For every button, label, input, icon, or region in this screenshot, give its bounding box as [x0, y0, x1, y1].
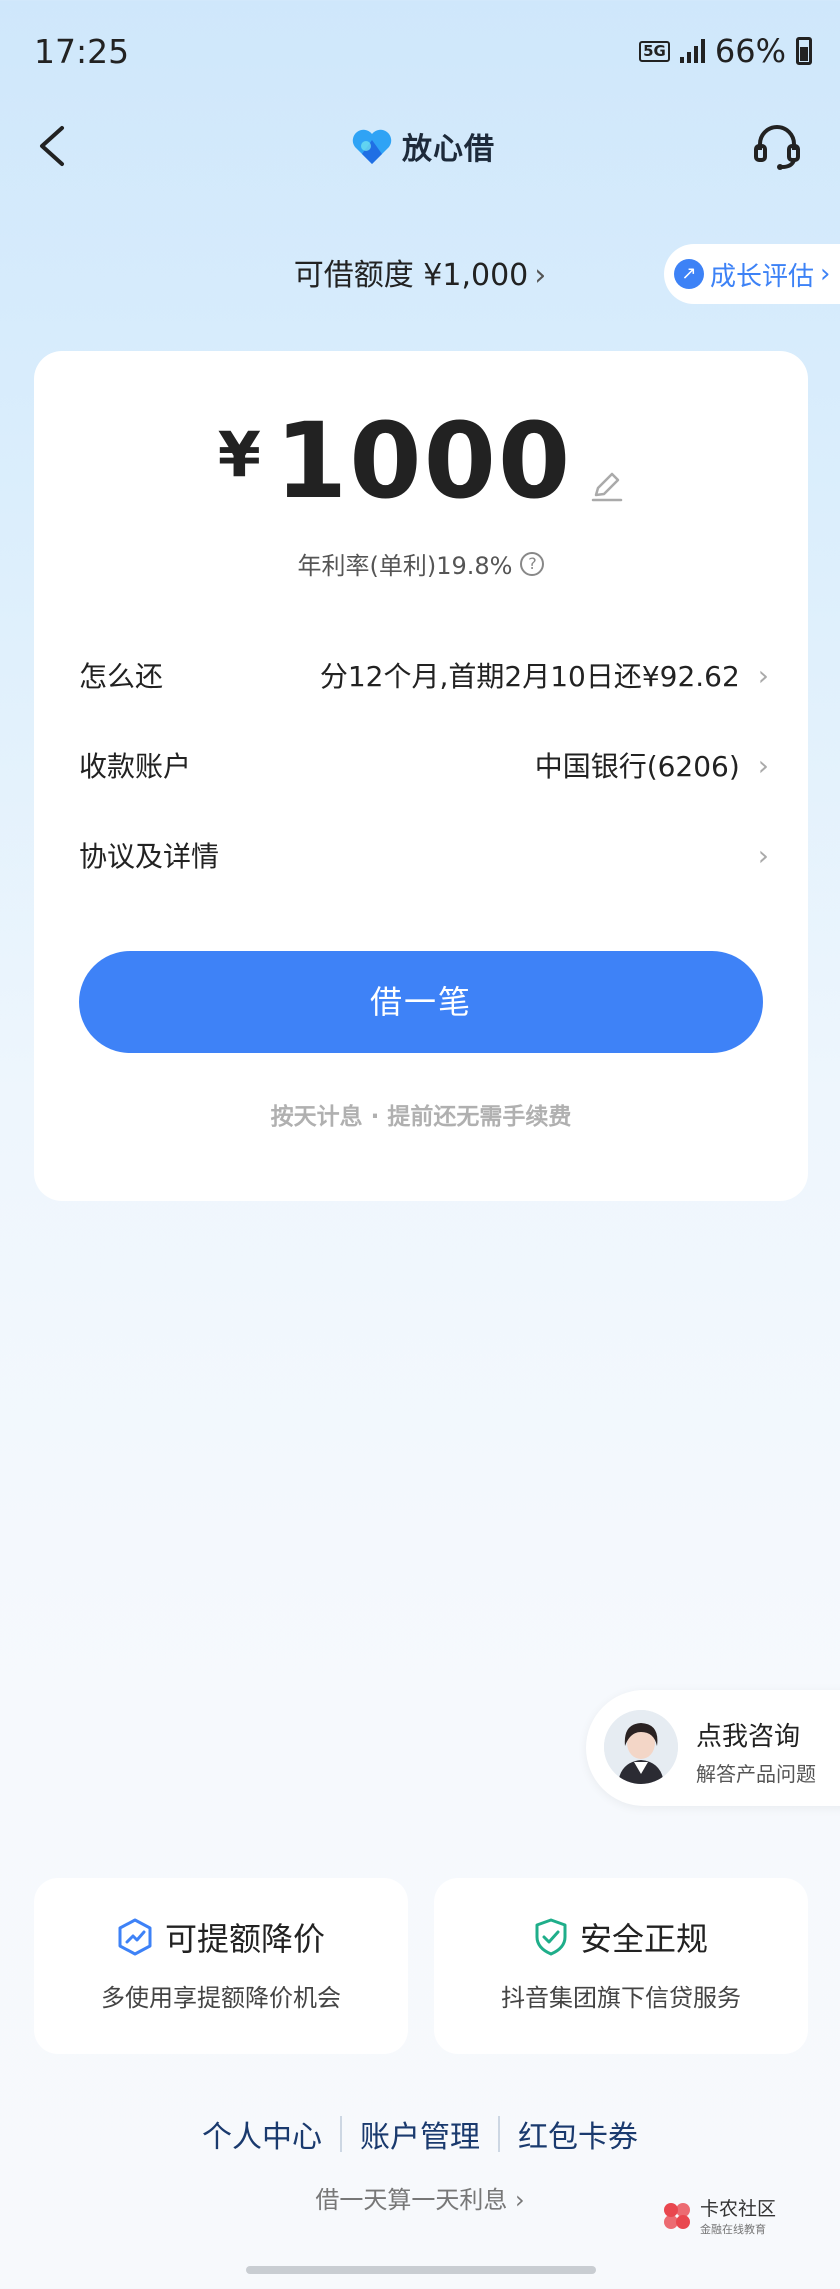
signal-icon: [679, 39, 705, 63]
battery-icon: [796, 37, 812, 65]
feature-subtitle: 多使用享提额降价机会: [101, 1984, 341, 2012]
chevron-right-icon: ›: [757, 658, 769, 692]
receiving-account-value: 中国银行(6206): [534, 750, 740, 783]
customer-service-icon[interactable]: [752, 120, 802, 172]
amount-value[interactable]: 1000: [275, 409, 572, 513]
watermark-subtitle: 金融在线教育: [700, 2223, 766, 2236]
loan-card: ¥ 1000 年利率(单利)19.8% ? 怎么还 分12个月,首期2月10日还…: [34, 351, 808, 1201]
chevron-right-icon: ›: [757, 748, 769, 782]
battery-level: 66%: [714, 32, 786, 70]
network-5g-icon: 5G: [639, 40, 670, 62]
interest-note: 按天计息 · 提前还无需手续费: [270, 1104, 572, 1130]
interest-rate: 年利率(单利)19.8% ?: [34, 546, 808, 581]
heart-logo-icon: [352, 129, 392, 164]
brand-name: 放心借: [402, 132, 495, 167]
watermark-title: 卡农社区: [700, 2198, 777, 2220]
loan-amount[interactable]: ¥ 1000: [34, 409, 808, 513]
feature-title: 安全正规: [579, 1920, 708, 1958]
shield-check-icon: [535, 1918, 567, 1956]
interest-rate-text: 年利率(单利)19.8%: [297, 552, 513, 580]
growth-assessment-label: 成长评估: [710, 261, 815, 292]
receiving-account-row[interactable]: 收款账户 中国银行(6206) ›: [79, 735, 769, 795]
agent-avatar: [604, 1710, 678, 1784]
edit-pencil-icon[interactable]: [590, 469, 624, 503]
growth-hexagon-icon: [118, 1918, 152, 1956]
borrow-button[interactable]: 借一笔: [79, 951, 763, 1053]
repayment-plan-label: 怎么还: [79, 660, 164, 693]
watermark-logo-icon: [664, 2202, 690, 2229]
home-indicator[interactable]: [246, 2266, 596, 2274]
chevron-right-icon: ›: [757, 838, 769, 872]
growth-assessment-button[interactable]: ↗ 成长评估 ›: [664, 244, 840, 304]
chevron-right-icon: ›: [534, 258, 547, 293]
consult-title: 点我咨询: [696, 1722, 801, 1752]
chevron-right-icon: ›: [820, 259, 831, 289]
daily-interest-text: 借一天算一天利息: [315, 2186, 508, 2214]
link-account-management[interactable]: 账户管理: [360, 2112, 480, 2156]
bottom-links: 个人中心 账户管理 红包卡券: [0, 2112, 840, 2156]
status-icons: 5G 66%: [639, 32, 812, 70]
receiving-account-label: 收款账户: [79, 750, 192, 783]
feature-card-limit: 可提额降价 多使用享提额降价机会: [34, 1878, 408, 2054]
currency-symbol: ¥: [217, 418, 261, 491]
divider: [498, 2116, 500, 2152]
status-time: 17:25: [34, 32, 130, 71]
feature-title: 可提额降价: [164, 1920, 325, 1958]
feature-card-safe: 安全正规 抖音集团旗下信贷服务: [434, 1878, 808, 2054]
agreement-details-row[interactable]: 协议及详情 ›: [79, 825, 769, 885]
consult-widget[interactable]: 点我咨询 解答产品问题: [586, 1690, 840, 1806]
help-question-icon[interactable]: ?: [520, 551, 545, 576]
consult-subtitle: 解答产品问题: [696, 1762, 816, 1786]
credit-limit-label: 可借额度 ¥1,000: [293, 258, 529, 293]
divider: [340, 2116, 342, 2152]
chevron-right-icon: ›: [507, 2186, 525, 2214]
back-icon[interactable]: [34, 124, 74, 168]
link-coupons[interactable]: 红包卡券: [518, 2112, 638, 2156]
repayment-plan-value: 分12个月,首期2月10日还¥92.62: [319, 660, 740, 693]
repayment-plan-row[interactable]: 怎么还 分12个月,首期2月10日还¥92.62 ›: [79, 645, 769, 705]
watermark: 卡农社区 金融在线教育: [660, 2194, 776, 2237]
agreement-details-label: 协议及详情: [79, 840, 220, 873]
brand-logo: 放心借: [350, 124, 495, 168]
feature-subtitle: 抖音集团旗下信贷服务: [501, 1984, 741, 2012]
growth-arrow-icon: ↗: [674, 259, 704, 289]
link-personal-center[interactable]: 个人中心: [202, 2112, 322, 2156]
agent-portrait-icon: [604, 1710, 678, 1784]
